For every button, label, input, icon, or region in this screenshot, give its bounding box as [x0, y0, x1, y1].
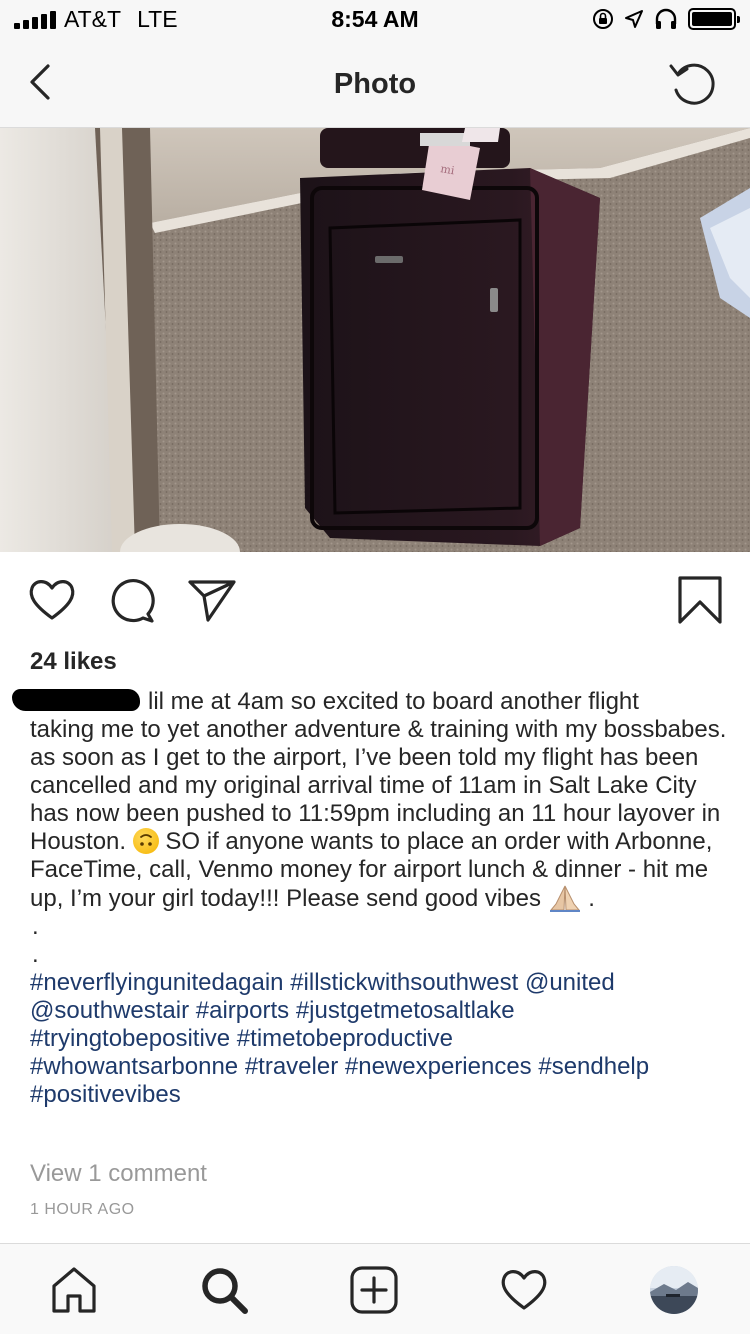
add-post-icon[interactable]	[348, 1264, 400, 1316]
battery-icon	[688, 8, 740, 30]
post-action-bar	[0, 552, 750, 648]
upside-down-face-emoji	[132, 828, 159, 854]
hashtag-link[interactable]: #neverflyingunitedagain	[30, 969, 284, 996]
bottom-tab-bar	[0, 1243, 750, 1334]
caption-line-1: lil me at 4am so excited to board anothe…	[148, 688, 639, 715]
caption-first-line: lil me at 4am so excited to board anothe…	[12, 688, 730, 716]
view-comments-link[interactable]: View 1 comment	[30, 1160, 207, 1188]
hashtag-link[interactable]: #sendhelp	[538, 1053, 649, 1080]
hashtag-link[interactable]: #tryingtobepositive	[30, 1025, 230, 1052]
rotation-lock-icon	[593, 9, 613, 29]
activity-heart-icon[interactable]	[498, 1264, 550, 1316]
nav-header: Photo	[0, 40, 750, 128]
heart-icon[interactable]	[26, 574, 78, 626]
svg-text:mi: mi	[439, 162, 455, 177]
headphones-icon	[655, 8, 677, 29]
suitcase-photo-image: mi	[0, 128, 750, 552]
caption-dot-1: .	[32, 913, 39, 940]
caption-dot-2: .	[32, 941, 39, 968]
send-icon[interactable]	[186, 574, 238, 626]
post-timestamp: 1 HOUR AGO	[30, 1201, 135, 1218]
status-right	[592, 8, 740, 30]
location-icon	[625, 10, 643, 28]
comment-icon[interactable]	[106, 574, 158, 626]
folded-hands-emoji	[549, 885, 580, 912]
mention-link[interactable]: @southwestair	[30, 997, 189, 1024]
caption-tags: #neverflyingunitedagain #illstickwithsou…	[30, 969, 730, 1109]
hashtag-link[interactable]: #positivevibes	[30, 1081, 181, 1108]
caption-trail: .	[588, 885, 595, 912]
page-title: Photo	[333, 68, 417, 100]
hashtag-link[interactable]: #traveler	[245, 1053, 338, 1080]
hashtag-link[interactable]: #newexperiences	[345, 1053, 532, 1080]
hashtag-link[interactable]: #timetobeproductive	[237, 1025, 453, 1052]
post-caption: lil me at 4am so excited to board anothe…	[12, 688, 730, 1109]
hashtag-link[interactable]: #justgetmetosaltlake	[296, 997, 515, 1024]
likes-count[interactable]: 24 likes	[30, 648, 117, 676]
hashtag-link[interactable]: #illstickwithsouthwest	[290, 969, 518, 996]
redacted-username	[12, 689, 140, 711]
home-icon[interactable]	[48, 1264, 100, 1316]
post-photo[interactable]: mi	[0, 128, 750, 552]
bookmark-icon[interactable]	[674, 574, 726, 626]
profile-avatar[interactable]	[650, 1266, 698, 1314]
profile-avatar-image	[650, 1266, 698, 1314]
status-bar: AT&T LTE 8:54 AM	[0, 0, 750, 40]
hashtag-link[interactable]: #airports	[196, 997, 289, 1024]
refresh-button[interactable]	[666, 56, 720, 110]
hashtag-link[interactable]: #whowantsarbonne	[30, 1053, 238, 1080]
mention-link[interactable]: @united	[525, 969, 615, 996]
caption-body: taking me to yet another adventure & tra…	[30, 716, 730, 913]
search-icon[interactable]	[198, 1264, 250, 1316]
